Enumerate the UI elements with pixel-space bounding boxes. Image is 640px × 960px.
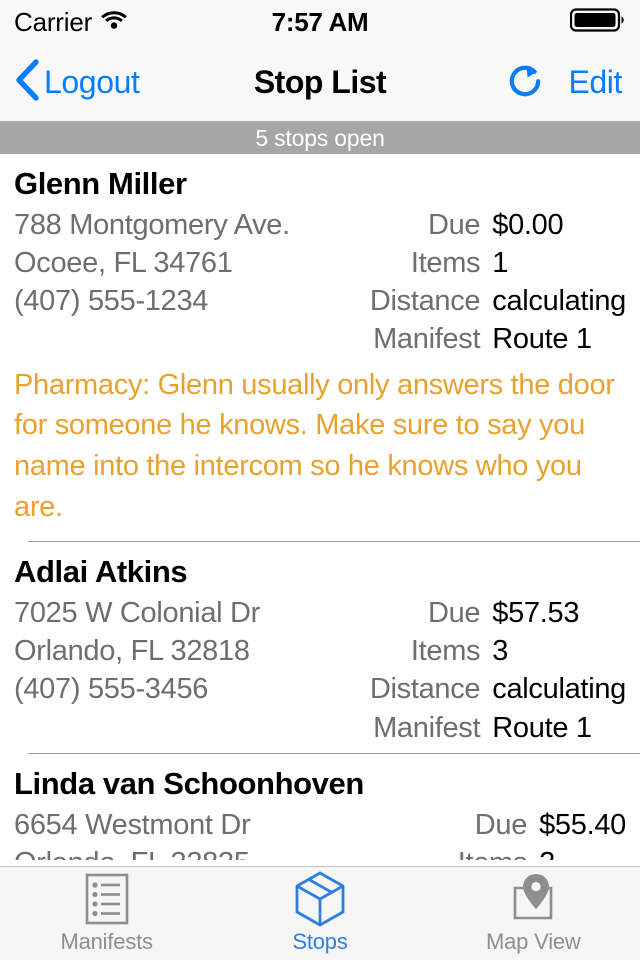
distance-label: Distance	[369, 285, 481, 318]
due-label: Due	[427, 208, 481, 241]
stop-address-column: 7025 W Colonial Dr Orlando, FL 32818 (40…	[14, 592, 370, 709]
stop-metrics-column: Due $57.53 Items 3 Distance calculating …	[370, 592, 626, 747]
distance-label: Distance	[369, 673, 481, 706]
distance-value: calculating	[492, 673, 626, 706]
navigation-bar: Logout Stop List Edit	[0, 44, 640, 122]
tab-map-view[interactable]: Map View	[427, 867, 640, 960]
due-label: Due	[474, 808, 528, 841]
items-label: Items	[410, 635, 481, 668]
logout-button[interactable]: Logout	[0, 59, 140, 106]
stop-name: Glenn Miller	[14, 166, 187, 201]
manifest-value: Route 1	[492, 711, 592, 744]
tab-bar: Manifests Stops Map View	[0, 866, 640, 960]
tab-manifests[interactable]: Manifests	[0, 867, 213, 960]
package-box-icon	[293, 871, 347, 926]
due-value: $55.40	[539, 808, 626, 841]
status-bar-left: Carrier	[14, 7, 127, 38]
due-label: Due	[427, 596, 481, 629]
stop-name: Linda van Schoonhoven	[14, 765, 364, 801]
distance-value: calculating	[492, 285, 626, 318]
battery-full-icon	[569, 7, 626, 38]
tab-stops-label: Stops	[292, 928, 348, 954]
navigation-bar-right: Edit	[504, 62, 640, 104]
wifi-icon	[101, 10, 127, 35]
items-value: 2	[539, 844, 626, 860]
tab-stops[interactable]: Stops	[213, 867, 426, 960]
refresh-icon[interactable]	[504, 62, 546, 104]
stop-details: 7025 W Colonial Dr Orlando, FL 32818 (40…	[0, 592, 640, 747]
status-bar-right	[569, 7, 626, 38]
stop-list-item[interactable]: Adlai Atkins 7025 W Colonial Dr Orlando,…	[14, 541, 640, 753]
stop-metrics-column: Due $0.00 Items 1 Distance calculating M…	[370, 204, 626, 359]
edit-button[interactable]: Edit	[568, 64, 622, 101]
stop-list[interactable]: Glenn Miller 788 Montgomery Ave. Ocoee, …	[0, 154, 640, 860]
manifest-label: Manifest	[373, 711, 481, 744]
address-line-1: 788 Montgomery Ave.	[14, 208, 290, 241]
stop-name: Adlai Atkins	[14, 554, 188, 590]
manifest-label: Manifest	[373, 323, 481, 356]
stop-details: 6654 Westmont Dr Orlando, FL 32835 Due $…	[0, 804, 640, 860]
stop-address-column: 6654 Westmont Dr Orlando, FL 32835	[14, 804, 458, 860]
stop-note: Pharmacy: Glenn usually only answers the…	[14, 368, 615, 523]
map-pin-icon	[505, 873, 561, 925]
items-value: 1	[492, 246, 509, 279]
address-line-1: 7025 W Colonial Dr	[14, 596, 261, 629]
address-line-1: 6654 Westmont Dr	[14, 808, 251, 841]
address-line-2: Orlando, FL 32835	[14, 844, 458, 860]
section-header-label: 5 stops open	[255, 124, 385, 151]
status-bar: Carrier 7:57 AM	[0, 0, 640, 44]
app-screen: Carrier 7:57 AM Logout Stop List Edit 5 …	[0, 0, 640, 960]
items-value: 3	[492, 635, 509, 668]
stop-list-item[interactable]: Linda van Schoonhoven 6654 Westmont Dr O…	[14, 752, 640, 860]
stop-address-column: 788 Montgomery Ave. Ocoee, FL 34761 (407…	[14, 204, 370, 321]
phone-number: (407) 555-3456	[14, 673, 209, 706]
carrier-label: Carrier	[14, 6, 93, 37]
items-label: Items	[410, 246, 481, 279]
due-value: $57.53	[492, 596, 580, 629]
stop-metrics-column: Due $55.40 Items 2	[458, 804, 627, 860]
stop-list-item[interactable]: Glenn Miller 788 Montgomery Ave. Ocoee, …	[0, 154, 640, 542]
address-line-2: Ocoee, FL 34761	[14, 246, 233, 279]
list-document-icon	[82, 873, 132, 925]
stop-details: 788 Montgomery Ave. Ocoee, FL 34761 (407…	[0, 204, 640, 359]
items-label: Items	[458, 844, 528, 860]
tab-map-view-label: Map View	[486, 928, 581, 954]
address-line-2: Orlando, FL 32818	[14, 635, 250, 668]
tab-manifests-label: Manifests	[60, 928, 153, 954]
section-header: 5 stops open	[0, 122, 640, 154]
chevron-left-icon	[14, 59, 40, 106]
manifest-value: Route 1	[492, 323, 592, 356]
phone-number: (407) 555-1234	[14, 285, 209, 318]
due-value: $0.00	[492, 208, 564, 241]
logout-label: Logout	[44, 64, 140, 100]
